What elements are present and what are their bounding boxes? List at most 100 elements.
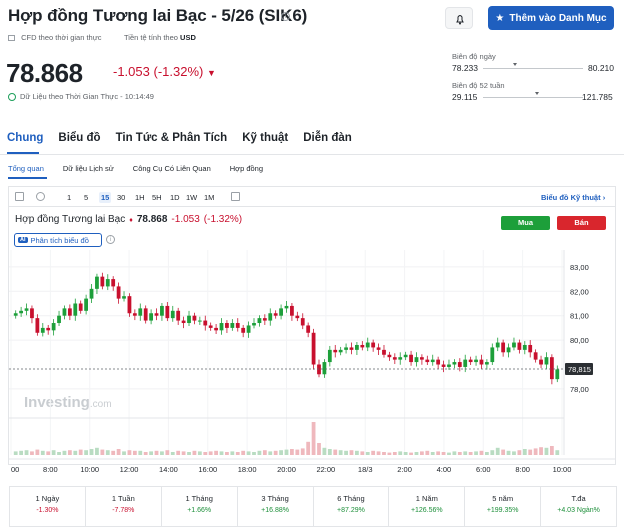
- indicator-icon[interactable]: [36, 192, 45, 201]
- timeframe-1h[interactable]: 1H: [135, 193, 145, 202]
- candle: [181, 320, 186, 324]
- candle: [344, 347, 348, 350]
- performance-value: -7.78%: [112, 507, 135, 514]
- volume-bar: [176, 450, 181, 455]
- candle: [149, 313, 153, 321]
- tab-news[interactable]: Tin Tức & Phân Tích: [116, 132, 228, 144]
- candle: [257, 318, 262, 324]
- tab-chart[interactable]: Biểu đồ: [58, 132, 100, 144]
- volume-bar: [30, 451, 34, 455]
- timeframe-15[interactable]: 15: [99, 192, 112, 203]
- down-marker-icon: ♦: [129, 217, 133, 224]
- volume-bar: [517, 450, 522, 455]
- candle: [474, 359, 478, 363]
- tab-forum[interactable]: Diễn đàn: [303, 132, 352, 144]
- volume-bar: [338, 450, 343, 455]
- x-tick-label: 2:00: [397, 465, 412, 474]
- volume-bar: [24, 450, 29, 455]
- performance-cell[interactable]: 5 năm +199.35%: [465, 487, 542, 526]
- candle: [360, 344, 365, 348]
- subtab-contracts[interactable]: Hợp đồng: [230, 164, 263, 173]
- info-icon[interactable]: i: [281, 12, 290, 21]
- tab-overview[interactable]: Chung: [7, 132, 43, 144]
- candle: [311, 332, 316, 365]
- performance-cell[interactable]: 6 Tháng +87.29%: [314, 487, 390, 526]
- volume-bar: [300, 448, 305, 455]
- volume-bar: [549, 446, 554, 455]
- tab-technical[interactable]: Kỹ thuật: [242, 132, 288, 144]
- timeframe-30[interactable]: 30: [117, 193, 125, 202]
- performance-value: +4.03 Ngàn%: [557, 507, 600, 514]
- week52-range-high: 121.785: [582, 92, 613, 102]
- timeframe-1d[interactable]: 1D: [170, 193, 180, 202]
- technical-chart-link[interactable]: Biểu đồ Kỹ thuật ›: [541, 193, 605, 202]
- info-icon[interactable]: i: [106, 235, 115, 244]
- timeframe-5h[interactable]: 5H: [152, 193, 162, 202]
- candle: [436, 359, 441, 365]
- candle: [252, 323, 256, 326]
- candle: [116, 286, 121, 299]
- candle: [484, 362, 489, 365]
- candle: [501, 342, 506, 353]
- performance-period: 1 Năm: [415, 494, 438, 503]
- candle: [333, 349, 338, 353]
- candle: [300, 318, 305, 326]
- volume-bar: [376, 451, 381, 455]
- price-chart[interactable]: Investing.com 83,00 82,00 81,00 80,00 78,00 0…: [9, 250, 615, 478]
- x-tick-label: 00: [11, 465, 19, 474]
- subtab-history[interactable]: Dữ liệu Lịch sử: [63, 164, 114, 173]
- performance-cell[interactable]: 1 Ngày -1.30%: [10, 487, 86, 526]
- subtab-summary[interactable]: Tổng quan: [8, 164, 44, 173]
- bell-plus-icon: [456, 15, 464, 25]
- alert-button[interactable]: [445, 7, 473, 29]
- performance-period: 1 Tuần: [111, 494, 135, 503]
- chart-change-pct: (-1.32%): [203, 214, 243, 225]
- candle: [447, 364, 451, 367]
- candle-type-icon[interactable]: [15, 192, 24, 201]
- change-percent: (-1.32%): [153, 64, 204, 79]
- volume-bar: [506, 450, 511, 455]
- candle: [105, 279, 110, 287]
- volume-bar: [355, 450, 359, 455]
- volume-bar: [284, 449, 289, 455]
- timeframe-1w[interactable]: 1W: [186, 193, 197, 202]
- performance-cell[interactable]: 1 Tuần -7.78%: [86, 487, 162, 526]
- candle: [468, 359, 473, 363]
- volume-bar: [290, 449, 294, 455]
- timeframe-5[interactable]: 5: [84, 193, 88, 202]
- sell-button[interactable]: Bán: [557, 216, 606, 230]
- candle: [262, 318, 267, 321]
- x-tick-label: 4:00: [437, 465, 452, 474]
- performance-cell[interactable]: T.đa +4.03 Ngàn%: [541, 487, 616, 526]
- subtab-related[interactable]: Công Cụ Có Liên Quan: [133, 164, 211, 173]
- volume-bar: [192, 450, 197, 455]
- volume-bar: [143, 452, 148, 455]
- volume-bar: [349, 450, 354, 455]
- cfd-meta: CFD theo thời gian thực: [8, 33, 101, 42]
- volume-bar: [311, 422, 316, 455]
- calendar-icon[interactable]: [231, 192, 240, 201]
- day-range-bar: [483, 68, 583, 69]
- candle: [225, 323, 229, 328]
- performance-period: 6 Tháng: [337, 494, 365, 503]
- volume-bar: [295, 449, 300, 455]
- buy-button[interactable]: Mua: [501, 216, 550, 230]
- performance-cell[interactable]: 1 Tháng +1.66%: [162, 487, 238, 526]
- analyze-chart-button[interactable]: AI Phân tích biểu đồ: [14, 233, 102, 247]
- performance-cell[interactable]: 3 Tháng +16.88%: [238, 487, 314, 526]
- candle: [203, 320, 208, 326]
- volume-bar: [273, 450, 278, 455]
- main-tabs: Chung Biểu đồ Tin Tức & Phân Tích Kỹ thu…: [7, 132, 352, 144]
- candle: [512, 342, 516, 348]
- performance-cell[interactable]: 1 Năm +126.56%: [389, 487, 466, 526]
- candle: [392, 357, 397, 360]
- volume-bar: [279, 450, 283, 455]
- active-subtab-indicator: [8, 177, 47, 179]
- candle: [241, 327, 246, 333]
- candle: [57, 315, 61, 324]
- volume-bar: [322, 447, 327, 455]
- add-to-watchlist-button[interactable]: ★ Thêm vào Danh Mục: [488, 6, 614, 30]
- candle: [246, 325, 251, 333]
- timeframe-1[interactable]: 1: [67, 193, 71, 202]
- timeframe-1m[interactable]: 1M: [204, 193, 214, 202]
